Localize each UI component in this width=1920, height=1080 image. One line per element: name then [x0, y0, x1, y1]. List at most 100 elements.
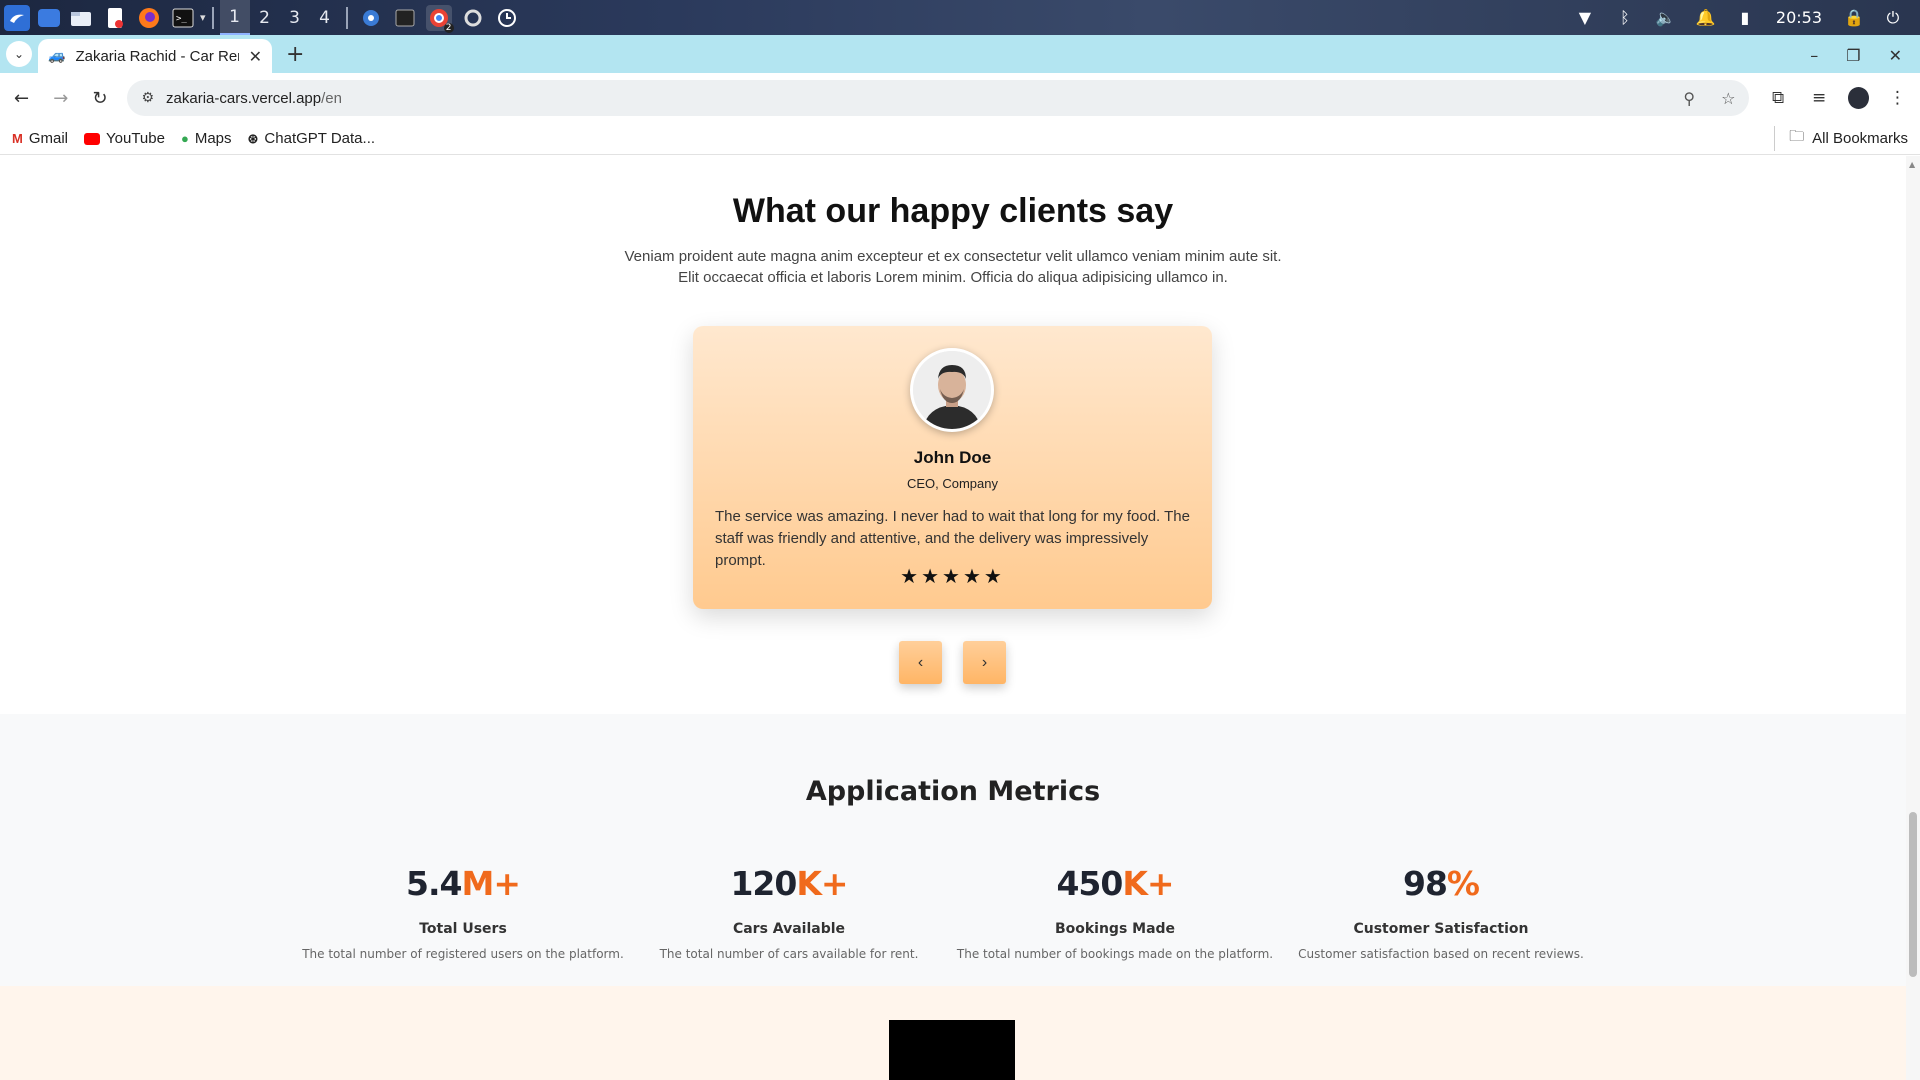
- power-icon[interactable]: ⏻: [1884, 8, 1902, 28]
- metric-number: 98: [1402, 864, 1448, 903]
- terminal-window-icon[interactable]: [392, 5, 418, 31]
- browser-tab-active[interactable]: 🚙 Zakaria Rachid - Car Rent ✕: [38, 39, 272, 73]
- bookmark-star-icon[interactable]: ☆: [1721, 89, 1735, 108]
- taskbar-divider: [345, 6, 348, 29]
- metric-value: 98%: [1276, 864, 1606, 903]
- scroll-up-arrow-icon[interactable]: ▲: [1909, 160, 1915, 169]
- workspace-4[interactable]: 4: [310, 0, 340, 35]
- carousel-prev-button[interactable]: ‹: [899, 641, 942, 684]
- url-path: /en: [321, 89, 342, 107]
- bookmark-youtube[interactable]: YouTube: [84, 130, 165, 147]
- workspace-2[interactable]: 2: [250, 0, 280, 35]
- all-bookmarks-button[interactable]: 🗀 All Bookmarks: [1774, 126, 1908, 151]
- bookmark-label: ChatGPT Data...: [264, 130, 376, 147]
- volume-icon[interactable]: 🔈: [1656, 8, 1676, 27]
- taskbar-divider: [211, 6, 214, 29]
- client-name: John Doe: [913, 448, 992, 467]
- notification-bell-icon[interactable]: 🔔: [1696, 8, 1716, 27]
- metric-label: Bookings Made: [1054, 921, 1176, 937]
- metric-value: 5.4M+: [298, 864, 628, 903]
- url-text[interactable]: zakaria-cars.vercel.app/en: [166, 90, 1657, 107]
- metrics-section: Application Metrics 5.4M+ Total Users Th…: [0, 714, 1906, 986]
- terminal-icon[interactable]: >_: [170, 5, 196, 31]
- browser-toolbar: ← → ↻ ⚙ zakaria-cars.vercel.app/en ⚲ ☆ ⧉…: [0, 73, 1920, 123]
- car-favicon-icon: 🚙: [48, 48, 66, 64]
- metric-description: Customer satisfaction based on recent re…: [1298, 947, 1584, 961]
- app-menu-icon[interactable]: [4, 4, 30, 31]
- restore-icon[interactable]: ❐: [1846, 46, 1860, 65]
- more-menu-icon[interactable]: ⋮: [1885, 88, 1910, 108]
- metric-number: 450: [1056, 864, 1123, 903]
- metric-description: The total number of cars available for r…: [659, 947, 919, 961]
- client-role: CEO, Company: [906, 476, 999, 491]
- metric-suffix: K+: [796, 864, 848, 903]
- bookmark-label: Gmail: [28, 130, 69, 147]
- folder-icon: 🗀: [1789, 128, 1805, 145]
- firefox-icon[interactable]: [136, 5, 162, 31]
- file-manager-icon[interactable]: [68, 5, 94, 31]
- window-count-badge: 2: [443, 22, 454, 33]
- bookmark-maps[interactable]: ● Maps: [181, 130, 232, 147]
- os-taskbar: >_ ▾ 1 2 3 4 2 ▼ ᛒ 🔈 🔔 ▮ 20:53 🔒 ⏻: [0, 0, 1920, 35]
- zoom-icon[interactable]: ⚲: [1683, 89, 1695, 108]
- metric-bookings-made: 450K+ Bookings Made The total number of …: [950, 864, 1280, 961]
- minimize-icon[interactable]: –: [1810, 46, 1818, 65]
- maps-pin-icon: ●: [180, 131, 189, 146]
- text-editor-icon[interactable]: [102, 5, 128, 31]
- page-scrollbar[interactable]: ▲: [1906, 156, 1920, 1080]
- media-controls-icon[interactable]: ≡: [1807, 88, 1832, 108]
- next-section-image: [889, 1020, 1015, 1080]
- testimonials-subtitle: Veniam proident aute magna anim excepteu…: [624, 248, 1282, 286]
- wifi-icon[interactable]: ▼: [1576, 8, 1594, 27]
- address-bar[interactable]: ⚙ zakaria-cars.vercel.app/en ⚲ ☆: [127, 80, 1750, 116]
- lock-icon[interactable]: 🔒: [1844, 8, 1864, 27]
- metric-description: The total number of registered users on …: [302, 947, 624, 961]
- forward-arrow-icon[interactable]: →: [49, 88, 72, 109]
- carousel-next-button[interactable]: ›: [963, 641, 1006, 684]
- bookmarks-bar: M Gmail YouTube ● Maps ⊛ ChatGPT Data...…: [0, 123, 1920, 155]
- tab-close-icon[interactable]: ✕: [249, 47, 262, 66]
- reload-icon[interactable]: ↻: [88, 88, 111, 109]
- metric-label: Customer Satisfaction: [1353, 921, 1529, 937]
- new-tab-plus-icon[interactable]: +: [286, 42, 304, 67]
- extensions-icon[interactable]: ⧉: [1765, 88, 1790, 108]
- page-viewport: What our happy clients say Veniam proide…: [0, 156, 1906, 1080]
- client-avatar: [910, 348, 994, 432]
- metric-suffix: %: [1446, 864, 1480, 903]
- battery-icon[interactable]: ▮: [1736, 8, 1754, 27]
- testimonials-heading: What our happy clients say: [732, 192, 1174, 230]
- browser-tabstrip: ⌄ 🚙 Zakaria Rachid - Car Rent ✕ + – ❐ ✕: [0, 35, 1920, 73]
- metric-description: The total number of bookings made on the…: [956, 947, 1274, 961]
- chevron-down-icon[interactable]: ▾: [200, 11, 206, 24]
- system-clock[interactable]: 20:53: [1776, 8, 1822, 27]
- bookmark-gmail[interactable]: M Gmail: [12, 130, 68, 147]
- window-close-icon[interactable]: ✕: [1889, 46, 1902, 65]
- metric-number: 120: [730, 864, 797, 903]
- chatgpt-icon: ⊛: [247, 130, 259, 146]
- site-info-icon[interactable]: ⚙: [141, 90, 154, 106]
- bookmark-chatgpt[interactable]: ⊛ ChatGPT Data...: [248, 130, 376, 147]
- star-rating: ★★★★★: [900, 564, 1005, 588]
- bookmark-label: Maps: [194, 130, 232, 147]
- metric-total-users: 5.4M+ Total Users The total number of re…: [298, 864, 628, 961]
- workspace-3[interactable]: 3: [280, 0, 310, 35]
- scrollbar-thumb[interactable]: [1909, 812, 1917, 977]
- metric-label: Cars Available: [732, 921, 846, 937]
- clock-app-icon[interactable]: [494, 5, 520, 31]
- tab-search-chevron-icon[interactable]: ⌄: [6, 41, 32, 67]
- testimonials-section: What our happy clients say Veniam proide…: [0, 156, 1906, 714]
- workspace-1[interactable]: 1: [219, 0, 250, 35]
- tab-title: Zakaria Rachid - Car Rent: [75, 47, 239, 65]
- chrome-window-icon[interactable]: 2: [425, 4, 454, 33]
- all-bookmarks-label: All Bookmarks: [1812, 130, 1908, 147]
- bluetooth-icon[interactable]: ᛒ: [1616, 8, 1634, 27]
- back-arrow-icon[interactable]: ←: [10, 88, 33, 109]
- signal-app-icon[interactable]: [358, 5, 384, 31]
- gmail-icon: M: [12, 131, 23, 146]
- metric-customer-satisfaction: 98% Customer Satisfaction Customer satis…: [1276, 864, 1606, 961]
- profile-avatar[interactable]: [1847, 87, 1869, 109]
- metrics-heading: Application Metrics: [805, 776, 1101, 807]
- desktop-icon[interactable]: [38, 8, 60, 27]
- next-section-band: [0, 986, 1906, 1080]
- settings-app-icon[interactable]: [460, 5, 486, 31]
